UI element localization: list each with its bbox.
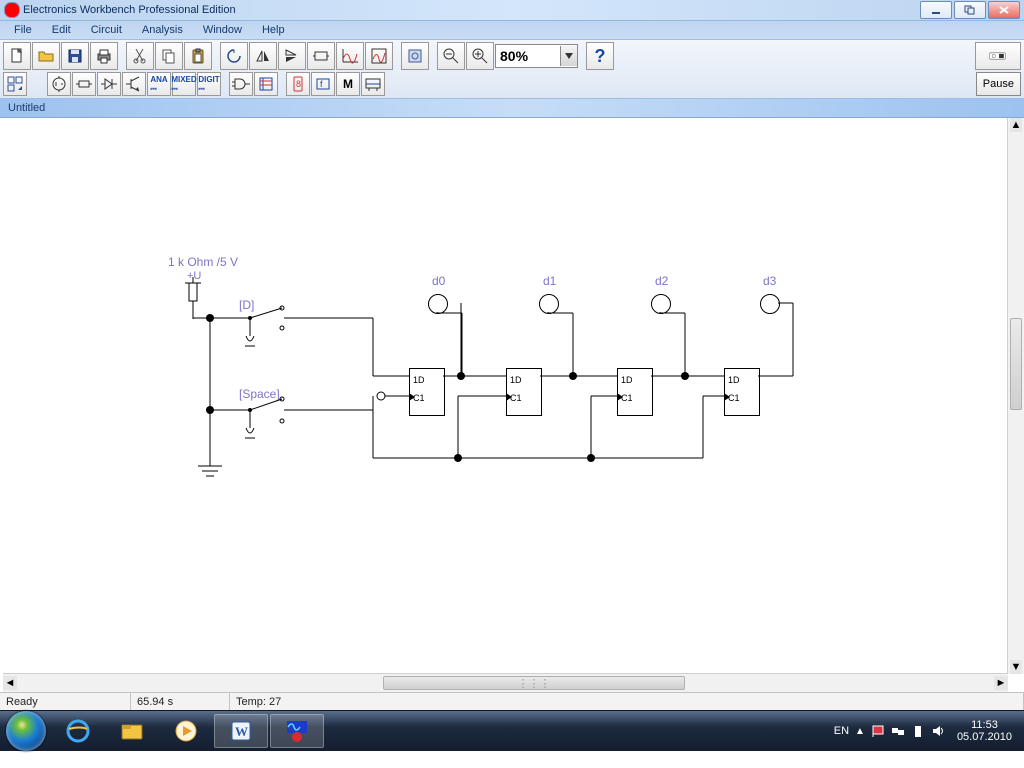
digital-button[interactable] bbox=[254, 72, 278, 96]
app-icon bbox=[4, 2, 20, 18]
status-sim-time: 65.94 s bbox=[137, 696, 173, 708]
menu-window[interactable]: Window bbox=[193, 22, 252, 38]
maximize-button[interactable] bbox=[954, 1, 986, 19]
menu-file[interactable]: File bbox=[4, 22, 42, 38]
node-2 bbox=[206, 406, 214, 414]
taskbar-media-player[interactable] bbox=[160, 715, 212, 747]
status-temp: Temp: 27 bbox=[236, 696, 281, 708]
document-tab-row: Untitled bbox=[0, 99, 1024, 118]
digital-ics-button[interactable]: DIGIT⎓ bbox=[197, 72, 221, 96]
flip-vertical-button[interactable] bbox=[278, 42, 306, 70]
horizontal-scroll-thumb[interactable]: ⋮⋮⋮ bbox=[383, 676, 685, 690]
diodes-button[interactable] bbox=[97, 72, 121, 96]
vertical-scrollbar[interactable]: ▲ ▼ bbox=[1007, 118, 1024, 674]
tray-clock[interactable]: 11:53 05.07.2010 bbox=[951, 719, 1018, 743]
app-title: Electronics Workbench Professional Editi… bbox=[23, 4, 236, 16]
node-1 bbox=[206, 314, 214, 322]
node-q0 bbox=[457, 372, 465, 380]
node-clk1 bbox=[454, 454, 462, 462]
svg-text:f: f bbox=[320, 79, 323, 89]
horizontal-scrollbar[interactable]: ◄ ⋮⋮⋮ ► bbox=[3, 673, 1008, 692]
menu-analysis[interactable]: Analysis bbox=[132, 22, 193, 38]
new-file-button[interactable] bbox=[3, 42, 31, 70]
svg-text:8: 8 bbox=[296, 79, 301, 89]
simulation-switch-button[interactable] bbox=[975, 42, 1021, 70]
analysis-graph-button[interactable] bbox=[365, 42, 393, 70]
zoom-out-button[interactable] bbox=[437, 42, 465, 70]
menu-edit[interactable]: Edit bbox=[42, 22, 81, 38]
menubar: File Edit Circuit Analysis Window Help bbox=[0, 21, 1024, 40]
misc-button[interactable]: M bbox=[336, 72, 360, 96]
sources-button[interactable] bbox=[47, 72, 71, 96]
toolbar-row-2: ANA⎓ MIXED⎓ DIGIT⎓ 8 f M Pause bbox=[3, 72, 1021, 96]
start-button[interactable] bbox=[6, 711, 46, 751]
graph-button[interactable] bbox=[336, 42, 364, 70]
scroll-up-icon[interactable]: ▲ bbox=[1010, 118, 1022, 132]
instruments-button[interactable] bbox=[361, 72, 385, 96]
scroll-down-icon[interactable]: ▼ bbox=[1010, 660, 1022, 674]
svg-text:W: W bbox=[235, 724, 248, 739]
taskbar-explorer[interactable] bbox=[106, 715, 158, 747]
menu-circuit[interactable]: Circuit bbox=[81, 22, 132, 38]
paste-button[interactable] bbox=[184, 42, 212, 70]
mixed-ics-button[interactable]: MIXED⎓ bbox=[172, 72, 196, 96]
zoom-value[interactable] bbox=[496, 47, 560, 65]
vertical-scroll-thumb[interactable] bbox=[1010, 318, 1022, 410]
scroll-left-icon[interactable]: ◄ bbox=[3, 676, 17, 690]
taskbar: W EN ▲ 11:53 05.07.2010 bbox=[0, 710, 1024, 751]
toolbar-row-1: ? bbox=[3, 42, 1021, 70]
zoom-dropdown-icon[interactable] bbox=[560, 46, 577, 66]
indicators-button[interactable]: 8 bbox=[286, 72, 310, 96]
window-titlebar: Electronics Workbench Professional Editi… bbox=[0, 0, 1024, 21]
rotate-left-button[interactable] bbox=[220, 42, 248, 70]
copy-button[interactable] bbox=[155, 42, 183, 70]
tray-volume-icon[interactable] bbox=[931, 724, 945, 738]
tray-flag-icon[interactable] bbox=[871, 724, 885, 738]
scroll-right-icon[interactable]: ► bbox=[994, 676, 1008, 690]
node-q2 bbox=[681, 372, 689, 380]
flip-horizontal-button[interactable] bbox=[249, 42, 277, 70]
toolbar-area: ? ANA⎓ MIXED⎓ DIGIT⎓ 8 f M Pause bbox=[0, 40, 1024, 99]
taskbar-ie[interactable] bbox=[52, 715, 104, 747]
subcircuit-button[interactable] bbox=[307, 42, 335, 70]
minimize-button[interactable] bbox=[920, 1, 952, 19]
taskbar-ewb[interactable] bbox=[270, 714, 324, 748]
taskbar-word[interactable]: W bbox=[214, 714, 268, 748]
basic-button[interactable] bbox=[72, 72, 96, 96]
help-button[interactable]: ? bbox=[586, 42, 614, 70]
node-clk2 bbox=[587, 454, 595, 462]
logic-gates-button[interactable] bbox=[229, 72, 253, 96]
analog-ics-button[interactable]: ANA⎓ bbox=[147, 72, 171, 96]
canvas-frame: 1 k Ohm /5 V +U [D] [Space] d0 d1 d2 d3 bbox=[0, 118, 1024, 692]
open-file-button[interactable] bbox=[32, 42, 60, 70]
controls-button[interactable]: f bbox=[311, 72, 335, 96]
zoom-select[interactable] bbox=[495, 44, 578, 68]
node-q1 bbox=[569, 372, 577, 380]
system-tray: EN ▲ 11:53 05.07.2010 bbox=[834, 719, 1018, 743]
save-button[interactable] bbox=[61, 42, 89, 70]
close-button[interactable] bbox=[988, 1, 1020, 19]
tray-time: 11:53 bbox=[957, 719, 1012, 731]
tray-chevron-icon[interactable]: ▲ bbox=[855, 726, 865, 737]
tray-power-icon[interactable] bbox=[911, 724, 925, 738]
print-button[interactable] bbox=[90, 42, 118, 70]
menu-help[interactable]: Help bbox=[252, 22, 295, 38]
tray-language[interactable]: EN bbox=[834, 725, 849, 737]
zoom-in-button[interactable] bbox=[466, 42, 494, 70]
pause-button[interactable]: Pause bbox=[976, 72, 1021, 96]
document-tab-title[interactable]: Untitled bbox=[8, 102, 45, 114]
cut-button[interactable] bbox=[126, 42, 154, 70]
transistors-button[interactable] bbox=[122, 72, 146, 96]
tray-date: 05.07.2010 bbox=[957, 731, 1012, 743]
parts-bin-button[interactable] bbox=[3, 72, 27, 96]
tray-network-icon[interactable] bbox=[891, 724, 905, 738]
circuit-canvas[interactable]: 1 k Ohm /5 V +U [D] [Space] d0 d1 d2 d3 bbox=[3, 118, 1008, 674]
status-bar: Ready 65.94 s Temp: 27 bbox=[0, 692, 1024, 710]
status-ready: Ready bbox=[6, 696, 38, 708]
component-properties-button[interactable] bbox=[401, 42, 429, 70]
